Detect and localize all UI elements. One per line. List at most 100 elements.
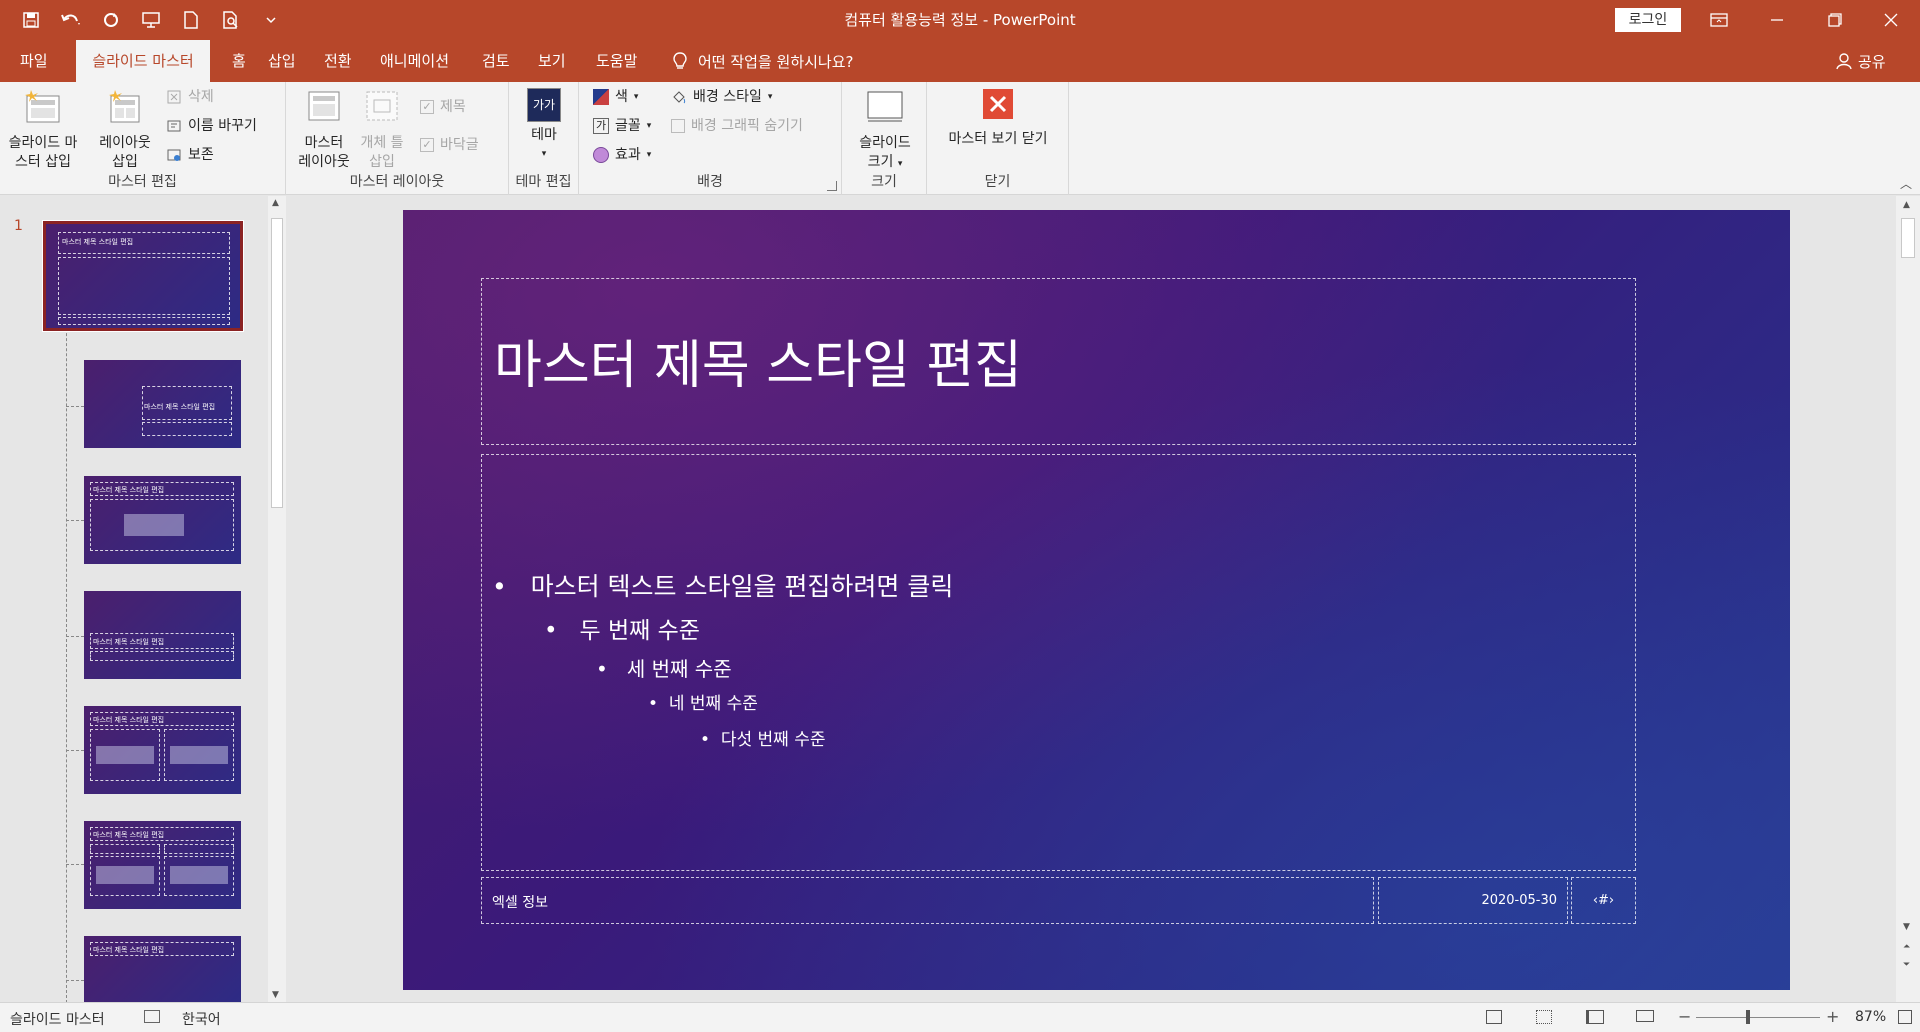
footer-placeholder[interactable]: 엑셀 정보 bbox=[481, 877, 1374, 924]
slide-sorter-icon[interactable] bbox=[1536, 1010, 1552, 1024]
undo-icon[interactable] bbox=[58, 7, 84, 33]
redo-icon[interactable] bbox=[98, 7, 124, 33]
scroll-up-icon[interactable]: ▲ bbox=[272, 198, 279, 208]
layout-thumbnail-2-title: 마스터 제목 스타일 편집 bbox=[93, 486, 165, 494]
layout-thumbnail-4[interactable]: 마스터 제목 스타일 편집 bbox=[84, 706, 241, 794]
colors-button[interactable]: 색 ▾ bbox=[593, 86, 638, 108]
delete-button[interactable]: 삭제 bbox=[166, 86, 214, 108]
layout-thumbnail-5[interactable]: 마스터 제목 스타일 편집 bbox=[84, 821, 241, 909]
ribbon: 슬라이드 마 스터 삽입 레이아웃 삽입 삭제 이름 바꾸기 보존 마스터 편집… bbox=[0, 82, 1920, 195]
insert-layout-button[interactable]: 레이아웃 삽입 bbox=[90, 88, 160, 172]
insert-slide-master-button[interactable]: 슬라이드 마 스터 삽입 bbox=[8, 88, 78, 172]
group-label-size: 크기 bbox=[871, 174, 897, 190]
customize-qat-icon[interactable] bbox=[258, 7, 284, 33]
tab-view[interactable]: 보기 bbox=[528, 40, 576, 82]
slide-size-button[interactable]: 슬라이드 크기 ▾ bbox=[852, 88, 918, 174]
slide-number-placeholder[interactable]: ‹#› bbox=[1571, 877, 1636, 924]
normal-view-icon[interactable] bbox=[1486, 1010, 1502, 1024]
themes-button[interactable]: 가가 테마 ▾ bbox=[522, 88, 566, 164]
tab-animations[interactable]: 애니메이션 bbox=[370, 40, 459, 82]
layout-thumbnail-3[interactable]: 마스터 제목 스타일 편집 bbox=[84, 591, 241, 679]
insert-placeholder-label-2: 삽입 bbox=[369, 154, 395, 170]
date-text: 2020-05-30 bbox=[1481, 893, 1557, 908]
slide-canvas[interactable]: 마스터 제목 스타일 편집 • 마스터 텍스트 스타일을 편집하려면 클릭 • … bbox=[403, 210, 1790, 990]
tell-me-box[interactable]: 어떤 작업을 원하시나요? bbox=[672, 40, 854, 82]
zoom-level[interactable]: 87% bbox=[1855, 1009, 1886, 1025]
fit-to-window-icon[interactable] bbox=[1898, 1010, 1912, 1024]
background-styles-button[interactable]: 배경 스타일 ▾ bbox=[671, 86, 772, 108]
collapse-ribbon-icon[interactable]: ︿ bbox=[1900, 175, 1912, 192]
colors-icon bbox=[593, 89, 609, 105]
title-placeholder[interactable]: 마스터 제목 스타일 편집 bbox=[481, 278, 1636, 445]
scrollbar-thumb[interactable] bbox=[271, 218, 283, 508]
insert-layout-label-2: 삽입 bbox=[112, 154, 138, 170]
zoom-in-icon[interactable]: + bbox=[1826, 1007, 1839, 1026]
close-master-view-label: 마스터 보기 닫기 bbox=[948, 131, 1048, 147]
presentation-icon[interactable] bbox=[138, 7, 164, 33]
scrollbar-thumb[interactable] bbox=[1901, 218, 1915, 258]
title-checkbox[interactable]: ✓ 제목 bbox=[420, 96, 466, 118]
ribbon-tabs: 파일 슬라이드 마스터 홈 삽입 전환 애니메이션 검토 보기 도움말 어떤 작… bbox=[0, 40, 1920, 82]
share-button[interactable]: 공유 bbox=[1836, 40, 1886, 82]
thumbnail-scrollbar[interactable]: ▲ ▼ bbox=[268, 196, 286, 1002]
zoom-out-icon[interactable]: − bbox=[1678, 1007, 1691, 1026]
bullet-level-5: • 다섯 번째 수준 bbox=[700, 730, 826, 750]
effects-button[interactable]: 효과 ▾ bbox=[593, 144, 651, 166]
scroll-up-icon[interactable]: ▲ bbox=[1903, 200, 1910, 210]
layout-thumbnail-6[interactable]: 마스터 제목 스타일 편집 bbox=[84, 936, 241, 1002]
reading-view-icon[interactable] bbox=[1586, 1010, 1604, 1024]
zoom-slider[interactable] bbox=[1696, 1010, 1820, 1024]
bg-styles-dropdown-icon: ▾ bbox=[767, 92, 773, 102]
date-placeholder[interactable]: 2020-05-30 bbox=[1378, 877, 1568, 924]
insert-placeholder-button[interactable]: 개체 틀 삽입 bbox=[354, 88, 410, 172]
tab-transitions[interactable]: 전환 bbox=[314, 40, 362, 82]
rename-button[interactable]: 이름 바꾸기 bbox=[166, 115, 257, 137]
scroll-down-icon[interactable]: ▼ bbox=[1903, 922, 1910, 932]
slide-thumbnail-pane: 1 마스터 제목 스타일 편집 마스터 제목 스타일 편집 마스터 제목 스타일… bbox=[0, 196, 268, 1008]
zoom-slider-thumb[interactable] bbox=[1746, 1010, 1750, 1024]
previous-slide-icon[interactable]: ⏶ bbox=[1903, 942, 1910, 952]
fonts-button[interactable]: 가 글꼴 ▾ bbox=[593, 115, 651, 137]
tab-home[interactable]: 홈 bbox=[222, 40, 256, 82]
close-window-icon[interactable] bbox=[1862, 0, 1920, 40]
paint-bucket-icon bbox=[673, 91, 686, 104]
fonts-icon: 가 bbox=[593, 118, 609, 134]
slideshow-icon[interactable] bbox=[1636, 1010, 1654, 1022]
close-master-view-button[interactable]: 마스터 보기 닫기 bbox=[935, 88, 1061, 149]
body-placeholder[interactable]: • 마스터 텍스트 스타일을 편집하려면 클릭 • 두 번째 수준 • 세 번째… bbox=[481, 454, 1636, 871]
scroll-down-icon[interactable]: ▼ bbox=[272, 990, 279, 1000]
layout-thumbnail-5-title: 마스터 제목 스타일 편집 bbox=[93, 831, 165, 839]
preserve-button[interactable]: 보존 bbox=[166, 144, 214, 166]
rename-icon bbox=[167, 120, 181, 132]
tab-slide-master[interactable]: 슬라이드 마스터 bbox=[76, 40, 210, 82]
hide-bg-graphics-checkbox[interactable]: 배경 그래픽 숨기기 bbox=[671, 115, 803, 137]
tree-branch bbox=[66, 636, 84, 637]
tab-insert[interactable]: 삽입 bbox=[258, 40, 306, 82]
dialog-launcher-icon[interactable] bbox=[827, 181, 837, 191]
tab-help[interactable]: 도움말 bbox=[586, 40, 647, 82]
status-language[interactable]: 한국어 bbox=[182, 1009, 221, 1029]
new-file-icon[interactable] bbox=[178, 7, 204, 33]
print-preview-icon[interactable] bbox=[218, 7, 244, 33]
master-thumbnail[interactable]: 마스터 제목 스타일 편집 bbox=[42, 220, 244, 332]
restore-icon[interactable] bbox=[1806, 0, 1864, 40]
minimize-icon[interactable] bbox=[1748, 0, 1806, 40]
group-label-close: 닫기 bbox=[984, 174, 1011, 190]
main-scrollbar[interactable]: ▲ ▼ ⏶ ⏷ bbox=[1896, 196, 1920, 1002]
tab-review[interactable]: 검토 bbox=[472, 40, 520, 82]
footer-checkbox[interactable]: ✓ 바닥글 bbox=[420, 134, 479, 156]
next-slide-icon[interactable]: ⏷ bbox=[1903, 960, 1910, 970]
accessibility-icon[interactable] bbox=[144, 1010, 160, 1023]
layout-thumbnail-1[interactable]: 마스터 제목 스타일 편집 bbox=[84, 360, 241, 448]
login-button[interactable]: 로그인 bbox=[1615, 8, 1681, 32]
ribbon-display-options-icon[interactable] bbox=[1690, 0, 1748, 40]
slide-number-text: ‹#› bbox=[1592, 893, 1615, 908]
layout-thumbnail-2[interactable]: 마스터 제목 스타일 편집 bbox=[84, 476, 241, 564]
slide-size-icon bbox=[867, 91, 903, 122]
master-layout-button[interactable]: 마스터 레이아웃 bbox=[296, 88, 352, 172]
save-icon[interactable] bbox=[18, 7, 44, 33]
tab-file[interactable]: 파일 bbox=[10, 40, 58, 82]
person-icon bbox=[1836, 53, 1852, 70]
delete-icon bbox=[167, 90, 181, 104]
theme-icon: 가가 bbox=[527, 88, 561, 122]
